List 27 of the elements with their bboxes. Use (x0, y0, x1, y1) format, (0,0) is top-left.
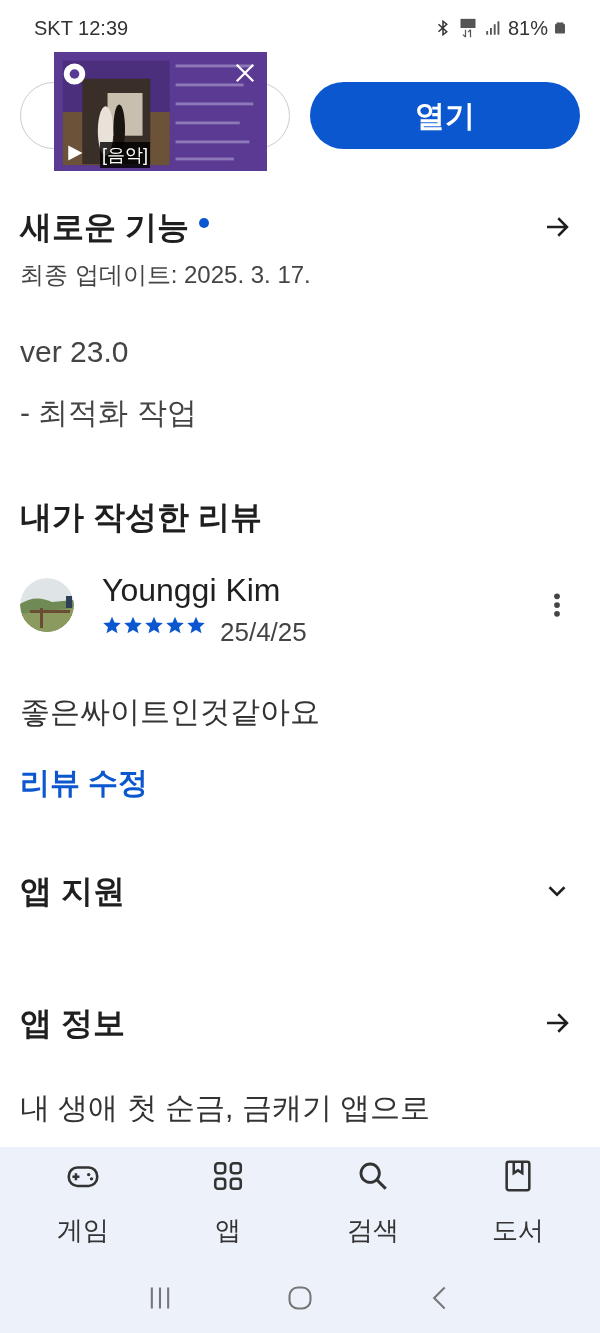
nav-tab[interactable]: 게임 (22, 1147, 143, 1262)
release-notes: - 최적화 작업 (20, 395, 198, 431)
update-date: 최종 업데이트: 2025. 3. 17. (20, 260, 312, 290)
nav-tab[interactable]: 검색 (312, 1147, 433, 1262)
caption-label: [음악] (100, 142, 150, 168)
section-title: 앱 지원 (20, 872, 125, 911)
section-title: 앱 정보 (20, 1004, 125, 1043)
close-icon[interactable] (234, 62, 256, 84)
star-icon (186, 615, 206, 635)
review-date: 25/4/25 (220, 617, 307, 647)
star-icon (102, 615, 122, 635)
version-text: ver 23.0 (20, 334, 130, 370)
nav-tab[interactable]: 도서 (457, 1147, 578, 1262)
star-icon (123, 615, 143, 635)
edit-review-link[interactable]: 리뷰 수정 (20, 760, 149, 805)
carrier-time: SKT 12:39 (34, 15, 129, 41)
battery-percent: 81% (507, 15, 548, 41)
section-title: 내가 작성한 리뷰 (20, 498, 263, 537)
reviewer-name: Younggi Kim (102, 571, 282, 609)
star-icon (165, 615, 185, 635)
section-title: 새로운 기능 (20, 208, 189, 247)
review-text: 좋은싸이트인것같아요 (20, 694, 321, 730)
star-icon (144, 615, 164, 635)
open-button[interactable]: 열기 (310, 81, 580, 149)
nav-tab[interactable]: 앱 (167, 1147, 288, 1262)
home-icon[interactable] (286, 1283, 314, 1312)
app-description: 내 생애 첫 순금, 금캐기 앱으로 (19, 1090, 431, 1126)
